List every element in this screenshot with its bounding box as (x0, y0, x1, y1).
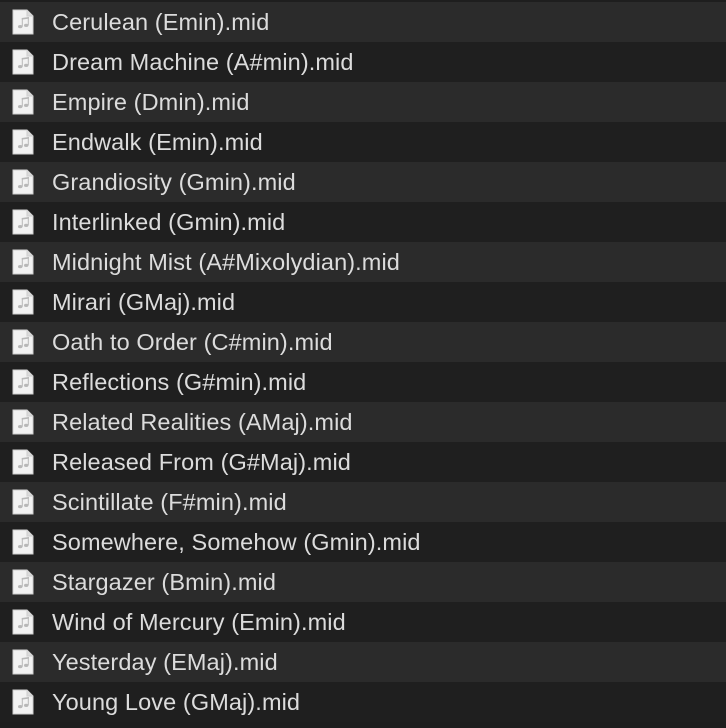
file-name: Mirari (GMaj).mid (52, 289, 236, 315)
file-row[interactable]: Somewhere, Somehow (Gmin).mid (0, 522, 726, 562)
midi-file-icon (12, 129, 34, 155)
midi-file-icon (12, 49, 34, 75)
file-row[interactable]: Oath to Order (C#min).mid (0, 322, 726, 362)
file-row[interactable]: Young Love (GMaj).mid (0, 682, 726, 722)
file-name: Reflections (G#min).mid (52, 369, 307, 395)
file-row[interactable]: Stargazer (Bmin).mid (0, 562, 726, 602)
file-row[interactable]: Mirari (GMaj).mid (0, 282, 726, 322)
file-name: Young Love (GMaj).mid (52, 689, 301, 715)
file-row[interactable]: Yesterday (EMaj).mid (0, 642, 726, 682)
midi-file-icon (12, 209, 34, 235)
file-name: Related Realities (AMaj).mid (52, 409, 353, 435)
midi-file-icon (12, 529, 34, 555)
file-name: Oath to Order (C#min).mid (52, 329, 333, 355)
file-list: Cerulean (Emin).mid Dream Machine (A#min)… (0, 2, 726, 722)
file-name: Grandiosity (Gmin).mid (52, 169, 296, 195)
file-name: Wind of Mercury (Emin).mid (52, 609, 346, 635)
file-row[interactable]: Empire (Dmin).mid (0, 82, 726, 122)
midi-file-icon (12, 9, 34, 35)
file-name: Midnight Mist (A#Mixolydian).mid (52, 249, 400, 275)
file-row[interactable]: Midnight Mist (A#Mixolydian).mid (0, 242, 726, 282)
midi-file-icon (12, 169, 34, 195)
file-name: Empire (Dmin).mid (52, 89, 250, 115)
midi-file-icon (12, 449, 34, 475)
file-name: Somewhere, Somehow (Gmin).mid (52, 529, 421, 555)
midi-file-icon (12, 289, 34, 315)
midi-file-icon (12, 249, 34, 275)
file-row[interactable]: Grandiosity (Gmin).mid (0, 162, 726, 202)
midi-file-icon (12, 369, 34, 395)
file-name: Released From (G#Maj).mid (52, 449, 351, 475)
file-row[interactable]: Cerulean (Emin).mid (0, 2, 726, 42)
midi-file-icon (12, 609, 34, 635)
file-name: Dream Machine (A#min).mid (52, 49, 354, 75)
file-row[interactable]: Scintillate (F#min).mid (0, 482, 726, 522)
file-row[interactable]: Released From (G#Maj).mid (0, 442, 726, 482)
midi-file-icon (12, 649, 34, 675)
midi-file-icon (12, 689, 34, 715)
midi-file-icon (12, 329, 34, 355)
file-name: Cerulean (Emin).mid (52, 9, 270, 35)
file-row[interactable]: Wind of Mercury (Emin).mid (0, 602, 726, 642)
midi-file-icon (12, 489, 34, 515)
file-name: Endwalk (Emin).mid (52, 129, 263, 155)
file-row[interactable]: Dream Machine (A#min).mid (0, 42, 726, 82)
file-row[interactable]: Reflections (G#min).mid (0, 362, 726, 402)
file-row[interactable]: Interlinked (Gmin).mid (0, 202, 726, 242)
file-row[interactable]: Endwalk (Emin).mid (0, 122, 726, 162)
file-row[interactable]: Related Realities (AMaj).mid (0, 402, 726, 442)
midi-file-icon (12, 409, 34, 435)
midi-file-icon (12, 569, 34, 595)
file-name: Scintillate (F#min).mid (52, 489, 287, 515)
file-name: Yesterday (EMaj).mid (52, 649, 278, 675)
file-name: Stargazer (Bmin).mid (52, 569, 276, 595)
file-name: Interlinked (Gmin).mid (52, 209, 286, 235)
midi-file-icon (12, 89, 34, 115)
